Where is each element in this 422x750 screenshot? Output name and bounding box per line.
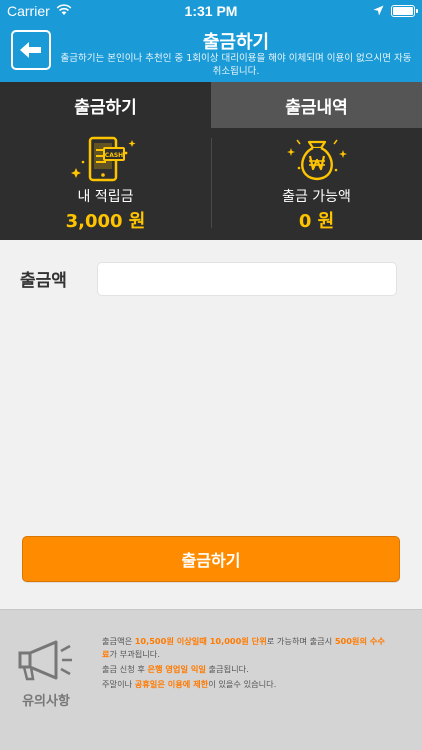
withdrawable-value: 0 원 xyxy=(298,211,335,232)
notice-panel: 유의사항 출금액은 10,500원 이상일때 10,000원 단위로 가능하며 … xyxy=(0,609,422,729)
tab-bar: 출금하기 출금내역 xyxy=(0,82,422,128)
back-button[interactable] xyxy=(11,30,51,70)
points-summary: CASH 내 적립금 3,000 원 xyxy=(0,128,211,240)
arrow-left-icon xyxy=(20,42,41,58)
amount-input[interactable] xyxy=(97,262,397,296)
location-arrow-icon xyxy=(373,5,384,16)
notice-text: 출금액은 10,500원 이상일때 10,000원 단위로 가능하며 출금시 5… xyxy=(102,635,388,693)
amount-label: 출금액 xyxy=(20,271,67,291)
notice-line-holiday: 주말이나 공휴일은 이용에 제한이 있을수 있습니다. xyxy=(102,679,277,689)
battery-icon xyxy=(391,5,418,17)
bottom-safe-area xyxy=(0,729,422,750)
app-header: 출금하기 출금하기는 본인이나 추천인 중 1회이상 대리이용을 해야 이체되며… xyxy=(0,22,422,82)
notice-line-timing: 출금 신청 후 은행 영업일 익일 출금됩니다. xyxy=(102,664,249,674)
page-title: 출금하기 xyxy=(202,32,270,53)
withdraw-submit-button[interactable]: 출금하기 xyxy=(22,536,400,582)
points-label: 내 적립금 xyxy=(77,189,134,205)
megaphone-icon xyxy=(18,640,72,681)
notice-title: 유의사항 xyxy=(22,694,70,709)
notice-line-fee: 출금액은 10,500원 이상일때 10,000원 단위로 가능하며 출금시 5… xyxy=(102,636,385,659)
money-bag-won-icon xyxy=(286,139,347,181)
points-value: 3,000 원 xyxy=(65,211,146,232)
phone-cash-icon: CASH xyxy=(70,136,135,182)
tab-withdraw[interactable]: 출금하기 xyxy=(0,82,211,128)
status-bar: Carrier 1:31 PM xyxy=(0,0,422,22)
balance-summary: CASH 내 적립금 3,000 원 출금 가능액 0 원 xyxy=(0,128,422,240)
svg-text:CASH: CASH xyxy=(104,152,122,159)
withdrawable-summary: 출금 가능액 0 원 xyxy=(211,128,422,240)
clock: 1:31 PM xyxy=(184,3,238,19)
page-subtitle: 출금하기는 본인이나 추천인 중 1회이상 대리이용을 해야 이체되며 이용이 … xyxy=(60,53,412,77)
tab-withdraw-history[interactable]: 출금내역 xyxy=(211,82,422,128)
withdrawable-label: 출금 가능액 xyxy=(282,189,351,205)
